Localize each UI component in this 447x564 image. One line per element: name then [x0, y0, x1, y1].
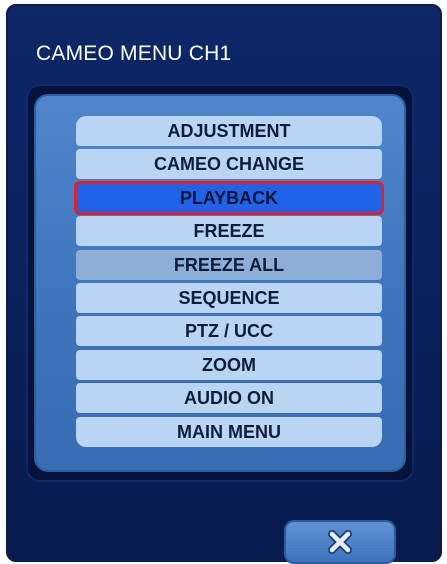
menu-item-audio-on[interactable]: AUDIO ON — [76, 383, 382, 414]
menu-item-freeze[interactable]: FREEZE — [76, 216, 382, 247]
menu-item-ptz-ucc[interactable]: PTZ / UCC — [76, 316, 382, 347]
menu-item-cameo-change[interactable]: CAMEO CHANGE — [76, 149, 382, 180]
menu-item-adjustment[interactable]: ADJUSTMENT — [76, 116, 382, 146]
dialog-title: CAMEO MENU CH1 — [36, 42, 232, 65]
menu-item-playback[interactable]: PLAYBACK — [74, 180, 384, 215]
menu-item-freeze-all: FREEZE ALL — [76, 249, 382, 280]
menu-item-sequence[interactable]: SEQUENCE — [76, 282, 382, 313]
menu-list: ADJUSTMENT CAMEO CHANGE PLAYBACK FREEZE … — [74, 116, 384, 450]
menu-item-main-menu[interactable]: MAIN MENU — [76, 416, 382, 447]
close-button[interactable] — [284, 520, 396, 564]
close-icon — [328, 530, 352, 554]
menu-item-zoom[interactable]: ZOOM — [76, 349, 382, 380]
